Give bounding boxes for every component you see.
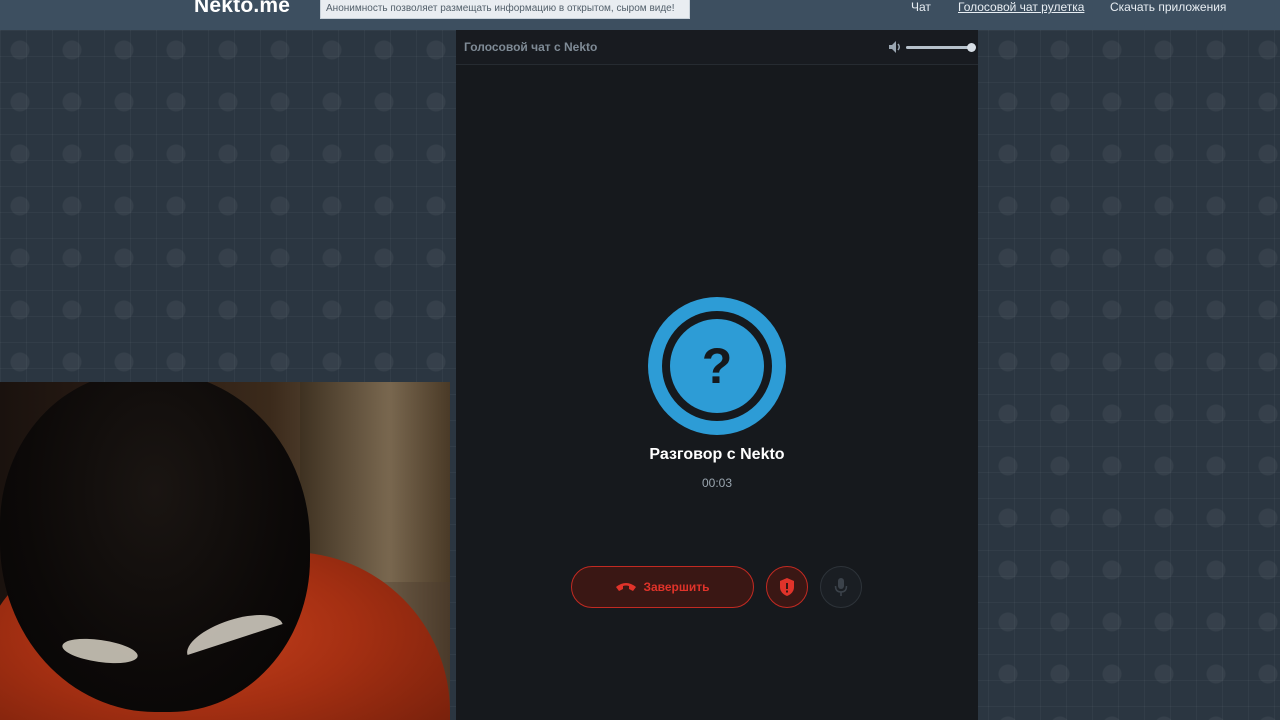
anonymity-notice: Анонимность позволяет размещать информац…	[320, 0, 690, 19]
volume-slider[interactable]	[906, 43, 976, 52]
partner-avatar: ?	[648, 297, 786, 435]
nav-link-voice-roulette[interactable]: Голосовой чат рулетка	[958, 0, 1084, 14]
end-call-label: Завершить	[643, 580, 710, 594]
webcam-video-feed	[0, 382, 450, 720]
volume-knob[interactable]	[967, 43, 976, 52]
nav-link-download-apps[interactable]: Скачать приложения	[1110, 0, 1226, 14]
call-timer: 00:03	[701, 476, 733, 490]
call-title: Разговор с Nekto	[649, 446, 785, 463]
site-logo[interactable]: Nekto.me	[194, 0, 290, 18]
top-navigation-bar: Nekto.me Анонимность позволяет размещать…	[0, 0, 1280, 30]
microphone-button[interactable]	[820, 566, 862, 608]
end-call-button[interactable]: Завершить	[571, 566, 754, 608]
report-button[interactable]	[766, 566, 808, 608]
volume-fill	[906, 46, 972, 49]
speaker-icon[interactable]	[888, 40, 904, 54]
voice-call-panel: Голосовой чат с Nekto ? Разговор с Nekto…	[456, 30, 978, 720]
microphone-icon	[834, 578, 848, 596]
question-mark-icon: ?	[670, 319, 764, 413]
phone-hangup-icon	[616, 583, 637, 591]
nav-link-chat[interactable]: Чат	[911, 0, 931, 14]
panel-header: Голосовой чат с Nekto	[456, 30, 978, 65]
panel-title: Голосовой чат с Nekto	[464, 40, 598, 54]
shield-icon	[780, 578, 794, 596]
